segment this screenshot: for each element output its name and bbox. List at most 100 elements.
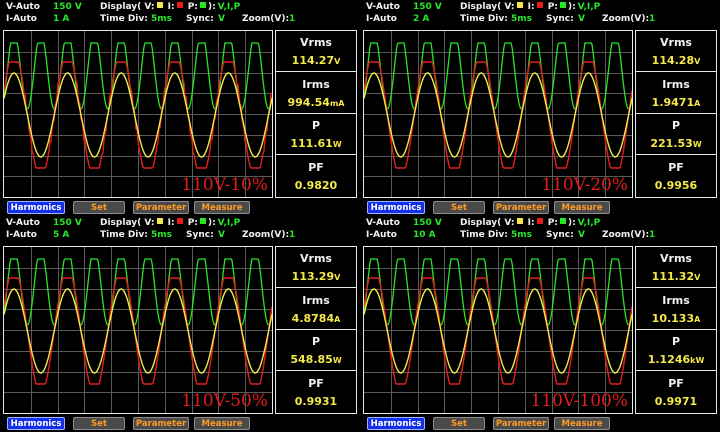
vrms-unit: V	[694, 273, 701, 282]
power-label: P	[311, 119, 321, 132]
analyzer-panel: V-Auto 150 V I-Auto 10 A Display( V: I: P:):…	[360, 216, 720, 432]
harmonics-button[interactable]: Harmonics	[367, 417, 425, 430]
parameter-button[interactable]: Parameter	[493, 417, 549, 430]
current-swatch	[536, 218, 543, 224]
parameter-button[interactable]: Parameter	[493, 201, 549, 214]
vrms-cell: Vrms 113.29V	[276, 247, 356, 288]
zoom-value: 1	[649, 230, 656, 240]
irms-cell: Irms 1.9471A	[636, 73, 716, 114]
sync-label: Sync:	[546, 14, 574, 24]
load-caption: 110V-10%	[181, 175, 268, 195]
power-label: P	[311, 335, 321, 348]
softkey-bar: Harmonics Set Parameter Measure	[360, 417, 720, 431]
irms-value: 4.8784	[291, 311, 335, 325]
power-value: 221.53	[650, 137, 693, 150]
set-button[interactable]: Set	[433, 201, 485, 214]
power-factor-value-row: 0.9931	[276, 395, 356, 408]
vrms-cell: Vrms 114.28V	[636, 31, 716, 72]
display-setting: Display( V: I: P:): V,I,P	[100, 218, 240, 229]
waveform-svg	[4, 31, 272, 197]
sync-value: V	[578, 230, 585, 240]
display-setting: Display( V: I: P:): V,I,P	[460, 218, 600, 229]
power-factor-cell: PF 0.9956	[636, 156, 716, 197]
voltage-range: 150 V	[413, 2, 442, 12]
waveform-svg	[364, 247, 632, 413]
set-button[interactable]: Set	[433, 417, 485, 430]
power-unit: W	[692, 140, 702, 149]
measure-button[interactable]: Measure	[194, 417, 250, 430]
waveform-display: 110V-100%	[363, 246, 633, 414]
harmonics-button[interactable]: Harmonics	[7, 201, 65, 214]
vrms-value: 114.28	[651, 54, 695, 67]
display-label: Display( V:	[100, 2, 155, 12]
time-div-value: 5ms	[151, 230, 172, 240]
time-div-label: Time Div:	[460, 14, 508, 24]
measure-button[interactable]: Measure	[554, 417, 610, 430]
zoom-value: 1	[289, 230, 296, 240]
time-div-label: Time Div:	[100, 230, 148, 240]
power-factor-value: 0.9931	[294, 394, 338, 408]
status-header: V-Auto 150 V I-Auto 5 A Display( V: I: P:): V…	[0, 216, 360, 244]
sync-value: V	[578, 14, 585, 24]
measure-button[interactable]: Measure	[554, 201, 610, 214]
parameter-button[interactable]: Parameter	[133, 417, 189, 430]
power-factor-value-row: 0.9956	[636, 179, 716, 192]
vrms-label: Vrms	[660, 252, 692, 265]
zoom-value: 1	[649, 14, 656, 24]
sync-value: V	[218, 14, 225, 24]
zoom-value: 1	[289, 14, 296, 24]
time-div-label: Time Div:	[100, 14, 148, 24]
harmonics-button[interactable]: Harmonics	[367, 201, 425, 214]
power-unit: kW	[690, 356, 705, 365]
irms-value-row: 994.54mA	[276, 96, 356, 109]
power-value-row: 1.1246kW	[636, 353, 716, 366]
display-i-label: I:	[164, 218, 175, 228]
display-setting: Display( V: I: P:): V,I,P	[460, 2, 600, 13]
grid	[364, 31, 632, 197]
set-button[interactable]: Set	[73, 417, 125, 430]
vrms-unit: V	[334, 57, 341, 66]
grid	[4, 247, 272, 413]
grid	[364, 247, 632, 413]
display-p-label: P:	[544, 2, 558, 12]
display-close: ):	[567, 2, 576, 12]
set-button[interactable]: Set	[73, 201, 125, 214]
irms-cell: Irms 10.133A	[636, 289, 716, 330]
voltage-mode: V-Auto	[6, 2, 40, 12]
zoom-label: Zoom(V):	[602, 14, 650, 24]
power-swatch	[559, 218, 566, 224]
power-cell: P 221.53W	[636, 114, 716, 155]
power-value-row: 548.85W	[276, 353, 356, 366]
softkey-bar: Harmonics Set Parameter Measure	[0, 201, 360, 215]
measure-button[interactable]: Measure	[194, 201, 250, 214]
softkey-bar: Harmonics Set Parameter Measure	[0, 417, 360, 431]
display-p-label: P:	[184, 2, 198, 12]
irms-label: Irms	[302, 293, 330, 307]
harmonics-button[interactable]: Harmonics	[7, 417, 65, 430]
irms-label: Irms	[662, 77, 690, 91]
power-factor-label: PF	[668, 160, 684, 174]
vrms-unit: V	[694, 57, 701, 66]
power-unit: W	[332, 140, 342, 149]
irms-unit: A	[694, 314, 701, 324]
vrms-value: 113.29	[291, 270, 335, 283]
power-value: 111.61	[290, 137, 333, 150]
display-i-label: I:	[164, 2, 175, 12]
status-header: V-Auto 150 V I-Auto 1 A Display( V: I: P:): V…	[0, 0, 360, 28]
current-range: 5 A	[53, 230, 70, 240]
waveform-display: 110V-10%	[3, 30, 273, 198]
voltage-range: 150 V	[53, 218, 82, 228]
display-label: Display( V:	[460, 218, 515, 228]
display-p-label: P:	[184, 218, 198, 228]
vrms-label: Vrms	[660, 36, 692, 49]
parameter-button[interactable]: Parameter	[133, 201, 189, 214]
display-label: Display( V:	[460, 2, 515, 12]
irms-cell: Irms 4.8784A	[276, 289, 356, 330]
power-unit: W	[332, 356, 342, 365]
power-cell: P 1.1246kW	[636, 330, 716, 371]
measurement-panel: Vrms 114.27V Irms 994.54mA P 111.61W PF 0.9820	[275, 30, 357, 198]
irms-value-row: 4.8784A	[276, 312, 356, 325]
display-close: ):	[207, 2, 216, 12]
current-mode: I-Auto	[6, 230, 37, 240]
time-div-value: 5ms	[511, 230, 532, 240]
